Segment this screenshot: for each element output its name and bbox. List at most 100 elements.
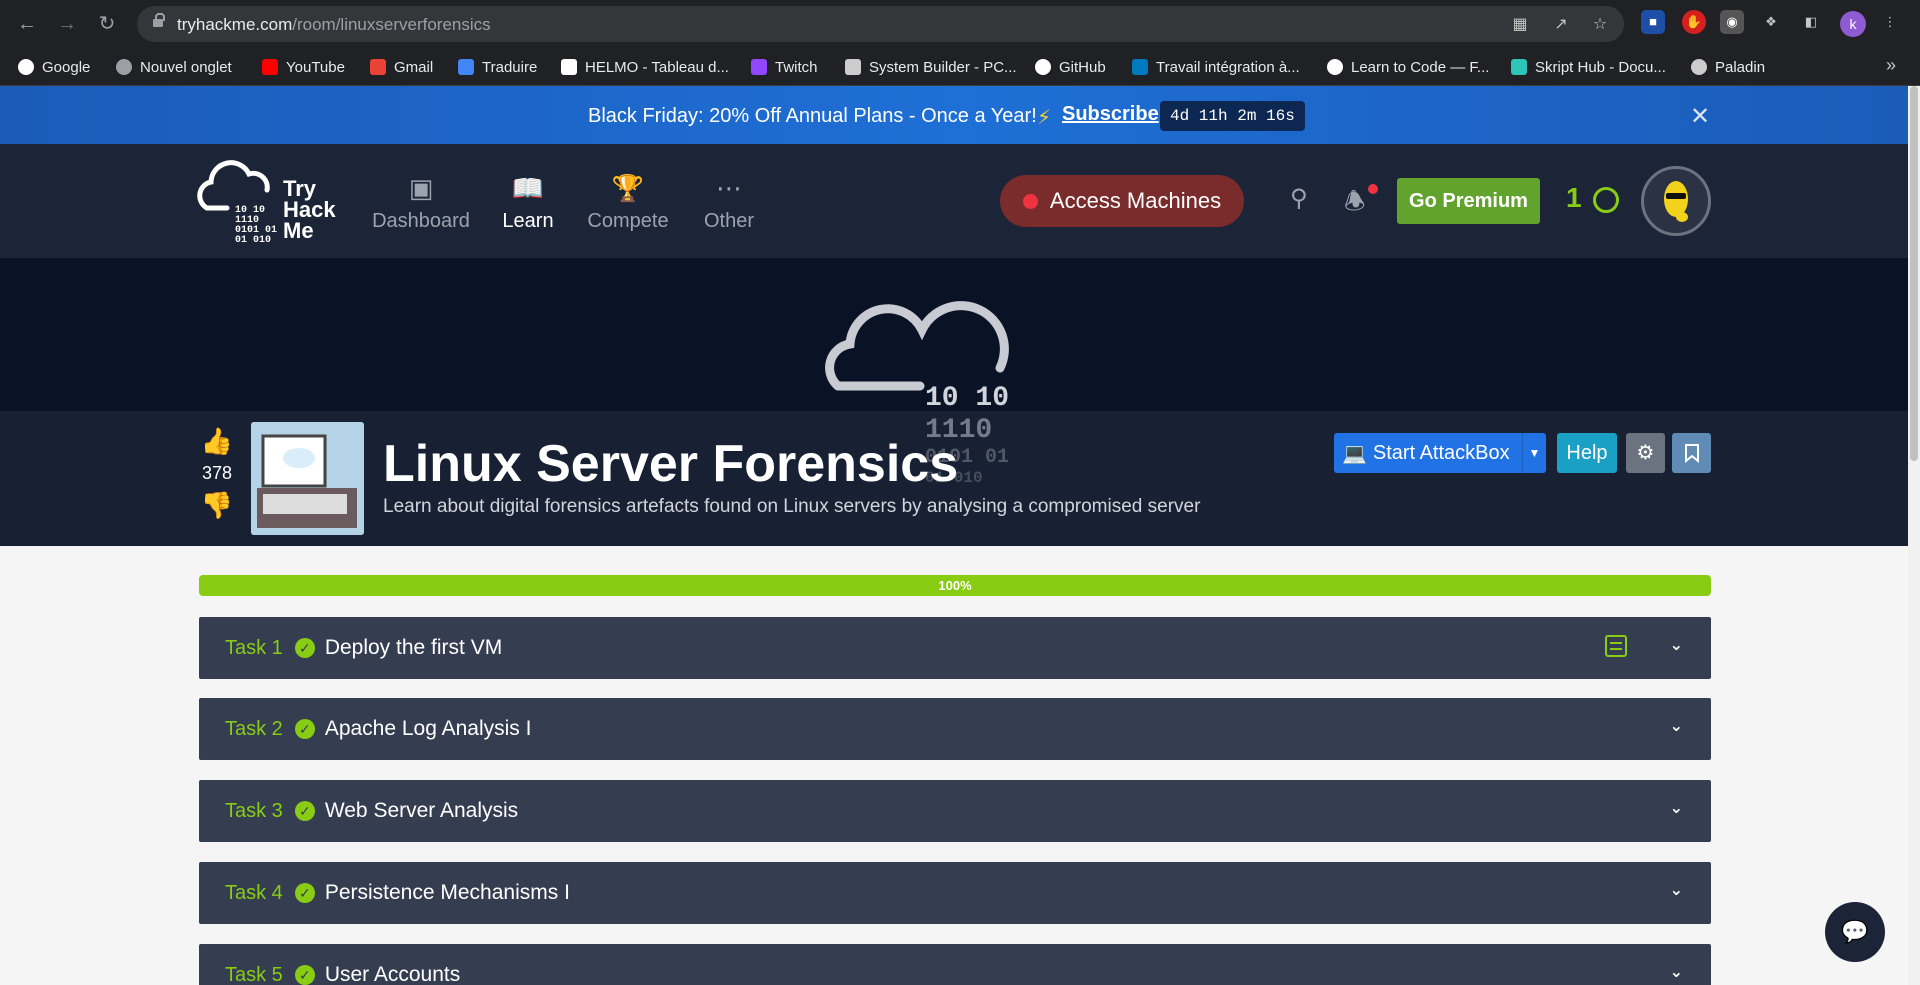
- chat-support-icon[interactable]: 💬: [1825, 902, 1885, 962]
- trello-icon: [1132, 59, 1148, 75]
- user-avatar[interactable]: [1641, 166, 1711, 236]
- nav-dashboard[interactable]: ▣ Dashboard: [371, 172, 471, 233]
- bookmark-traduire[interactable]: Traduire: [458, 56, 537, 78]
- thumbs-up-icon[interactable]: 👍: [197, 426, 237, 457]
- nav-compete[interactable]: 🏆 Compete: [578, 172, 678, 233]
- upvote-count: 378: [201, 463, 233, 483]
- chevron-down-icon[interactable]: ⌄: [1670, 798, 1683, 818]
- room-hero: 10 10 1110 0101 01 01 010 👍 378 👎 Linux …: [0, 258, 1920, 546]
- bookmark-label: Paladin: [1715, 58, 1766, 76]
- freecodecamp-icon: [1327, 59, 1343, 75]
- chevron-down-icon[interactable]: ⌄: [1670, 880, 1683, 900]
- system-builder-icon: [845, 59, 861, 75]
- bookmark-helmo[interactable]: HELMO - Tableau d...: [561, 56, 729, 78]
- bookmark-label: Nouvel onglet: [140, 58, 232, 76]
- star-icon[interactable]: ☆: [1589, 14, 1611, 36]
- start-attackbox-button[interactable]: 💻 Start AttackBox ▼: [1334, 433, 1546, 473]
- bookmark-label: Twitch: [775, 58, 818, 76]
- check-circle-icon: ✓: [294, 638, 315, 658]
- side-panel-icon[interactable]: ◧: [1799, 10, 1823, 34]
- bookmark-freecodecamp[interactable]: Learn to Code — F...: [1327, 56, 1489, 78]
- task-number: Task 1: [225, 636, 283, 659]
- check-circle-icon: ✓: [294, 965, 315, 985]
- chevron-down-icon[interactable]: ⌄: [1670, 635, 1683, 655]
- bookmark-github[interactable]: GitHub: [1035, 56, 1106, 78]
- profile-avatar[interactable]: k: [1840, 11, 1866, 37]
- streak-count: 1: [1566, 182, 1582, 213]
- bookmark-system-builder[interactable]: System Builder - PC...: [845, 56, 1017, 78]
- translate-icon[interactable]: ▦: [1509, 14, 1531, 36]
- task-header[interactable]: Task 4 ✓ Persistence Mechanisms I ⌄: [199, 862, 1711, 924]
- nav-label: Dashboard: [372, 210, 470, 232]
- back-icon[interactable]: ←: [13, 10, 41, 38]
- task-header[interactable]: Task 1 ✓ Deploy the first VM ⌄: [199, 617, 1711, 679]
- page-scrollbar[interactable]: [1908, 86, 1920, 985]
- url-path: /room/linuxserverforensics: [292, 15, 491, 34]
- room-title: Linux Server Forensics: [383, 435, 959, 493]
- nav-other[interactable]: ⋯ Other: [679, 172, 779, 233]
- server-icon[interactable]: [1605, 635, 1627, 657]
- task-number: Task 4: [225, 881, 283, 904]
- address-bar[interactable]: tryhackme.com/room/linuxserverforensics …: [137, 6, 1624, 42]
- close-icon[interactable]: ✕: [1690, 102, 1710, 131]
- nav-learn[interactable]: 📖 Learn: [478, 172, 578, 233]
- bookmark-room-button[interactable]: [1672, 433, 1711, 473]
- logo-text: Try Hack Me: [283, 176, 336, 242]
- bookmark-trello[interactable]: Travail intégration à...: [1132, 56, 1300, 78]
- search-icon[interactable]: ⚲: [1290, 184, 1308, 213]
- go-premium-button[interactable]: Go Premium: [1397, 178, 1540, 224]
- bookmark-label: GitHub: [1059, 58, 1106, 76]
- forward-icon[interactable]: →: [53, 10, 81, 38]
- share-icon[interactable]: ↗: [1550, 14, 1572, 36]
- scrollbar-thumb[interactable]: [1910, 86, 1918, 461]
- bookmark-new-tab[interactable]: Nouvel onglet: [116, 56, 232, 78]
- room-subtitle: Learn about digital forensics artefacts …: [383, 496, 1201, 517]
- logo-line: Try: [283, 176, 317, 201]
- bookmark-paladin[interactable]: Paladin: [1691, 56, 1765, 78]
- gmail-icon: [370, 59, 386, 75]
- url-text[interactable]: tryhackme.com/room/linuxserverforensics: [177, 15, 491, 35]
- bookmark-label: System Builder - PC...: [869, 58, 1017, 76]
- vote-widget: 👍 378 👎: [197, 426, 237, 521]
- reload-icon[interactable]: ↻: [93, 10, 121, 38]
- task-number: Task 3: [225, 799, 283, 822]
- bookmark-youtube[interactable]: YouTube: [262, 56, 345, 78]
- trophy-icon: 🏆: [611, 173, 645, 203]
- chrome-menu-icon[interactable]: ⋮: [1878, 10, 1902, 34]
- streak-counter[interactable]: 1: [1566, 182, 1620, 214]
- chevron-down-icon[interactable]: ⌄: [1670, 716, 1683, 736]
- nav-label: Compete: [587, 210, 669, 232]
- youtube-icon: [262, 59, 278, 75]
- task-header[interactable]: Task 3 ✓ Web Server Analysis ⌄: [199, 780, 1711, 842]
- tryhackme-logo[interactable]: 10 10 1110 0101 01 01 010 Try Hack Me: [197, 160, 347, 246]
- extensions-puzzle-icon[interactable]: ❖: [1759, 10, 1783, 34]
- extension-mask-icon[interactable]: ◉: [1720, 10, 1744, 34]
- github-icon: [1035, 59, 1051, 75]
- chevron-down-icon[interactable]: ▼: [1522, 433, 1546, 473]
- subscribe-link[interactable]: Subscribe: [1062, 103, 1159, 126]
- extension-adblock-icon[interactable]: ✋: [1682, 10, 1706, 34]
- bell-icon[interactable]: 🕭: [1344, 184, 1365, 225]
- avatar-character-icon: [1664, 181, 1688, 222]
- url-host: tryhackme.com: [177, 15, 293, 34]
- access-machines-button[interactable]: Access Machines: [1000, 175, 1244, 227]
- chevron-down-icon[interactable]: ⌄: [1670, 962, 1683, 982]
- task-title: Deploy the first VM: [324, 636, 503, 659]
- bookmark-google[interactable]: Google: [18, 56, 90, 78]
- task-header[interactable]: Task 5 ✓ User Accounts ⌄: [199, 944, 1711, 985]
- start-attackbox-label: Start AttackBox: [1372, 441, 1510, 464]
- task-header[interactable]: Task 2 ✓ Apache Log Analysis I ⌄: [199, 698, 1711, 760]
- task-title: Persistence Mechanisms I: [324, 881, 570, 904]
- bookmark-skript-hub[interactable]: Skript Hub - Docu...: [1511, 56, 1666, 78]
- thumbs-down-icon[interactable]: 👎: [197, 490, 237, 521]
- more-bookmarks-icon[interactable]: »: [1886, 55, 1896, 76]
- gear-icon[interactable]: ⚙: [1626, 433, 1665, 473]
- room-computer-illustration: [251, 422, 364, 535]
- bookmark-twitch[interactable]: Twitch: [751, 56, 818, 78]
- task-title: Web Server Analysis: [324, 799, 519, 822]
- dashboard-icon: ▣: [408, 173, 434, 203]
- help-button[interactable]: Help: [1557, 433, 1617, 473]
- bookmark-gmail[interactable]: Gmail: [370, 56, 433, 78]
- google-icon: [18, 59, 34, 75]
- extension-shield-icon[interactable]: ■: [1641, 10, 1665, 34]
